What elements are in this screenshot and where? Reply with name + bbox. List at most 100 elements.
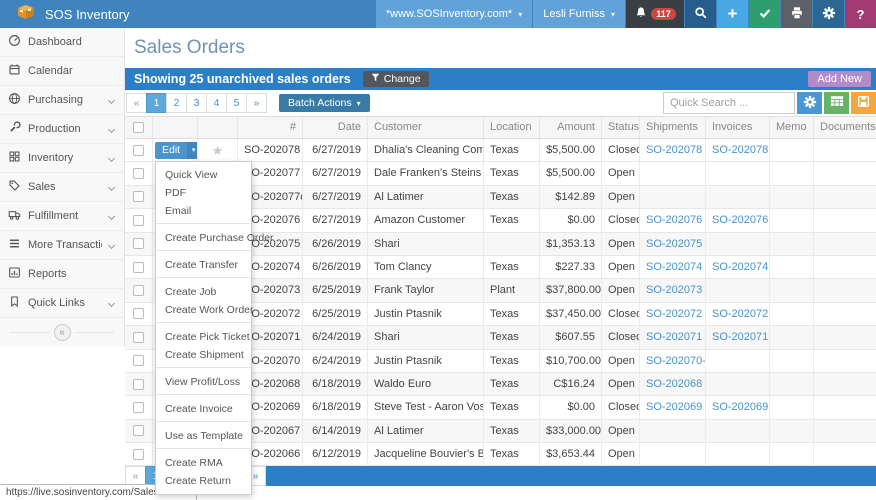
- row-checkbox[interactable]: [133, 285, 144, 296]
- invoice-link[interactable]: SO-202071: [712, 331, 768, 343]
- menu-item[interactable]: Create Pick Ticket: [156, 328, 251, 346]
- row-checkbox[interactable]: [133, 168, 144, 179]
- sidebar-item-dashboard[interactable]: Dashboard: [0, 28, 124, 57]
- notifications-button[interactable]: 117: [626, 0, 684, 28]
- table-view-button[interactable]: [824, 92, 849, 114]
- menu-item[interactable]: Create RMA: [156, 454, 251, 472]
- star-icon[interactable]: ★: [212, 143, 224, 158]
- page-button[interactable]: 4: [206, 93, 227, 113]
- invoice-link[interactable]: SO-202074: [712, 261, 768, 273]
- table-grid-icon: [830, 95, 844, 111]
- shipment-link[interactable]: SO-202078: [646, 144, 702, 156]
- sidebar-item-fulfillment[interactable]: Fulfillment: [0, 202, 124, 231]
- change-filter-button[interactable]: Change: [363, 71, 429, 87]
- sidebar-item-inventory[interactable]: Inventory: [0, 144, 124, 173]
- edit-button[interactable]: Edit: [155, 142, 187, 159]
- row-checkbox[interactable]: [133, 449, 144, 460]
- page-button[interactable]: 1: [146, 93, 167, 113]
- sidebar-item-purchasing[interactable]: Purchasing: [0, 86, 124, 115]
- column-settings-button[interactable]: [797, 92, 822, 114]
- sidebar-item-more-transactions[interactable]: More Transactions: [0, 231, 124, 260]
- add-new-button[interactable]: Add New: [808, 71, 871, 87]
- menu-item[interactable]: PDF: [156, 184, 251, 202]
- row-checkbox[interactable]: [133, 191, 144, 202]
- memo: [770, 443, 814, 465]
- page-button[interactable]: 3: [186, 93, 207, 113]
- customer-name: Jacqueline Bouvier's Boutique: [368, 443, 484, 465]
- status: Closed: [602, 209, 640, 231]
- location: Texas: [484, 326, 540, 348]
- add-new-quick-button[interactable]: +: [717, 0, 748, 28]
- sidebar-item-label: Fulfillment: [28, 210, 102, 222]
- menu-item[interactable]: Email: [156, 202, 251, 224]
- print-button[interactable]: [781, 0, 812, 28]
- row-checkbox[interactable]: [133, 215, 144, 226]
- location: Texas: [484, 350, 540, 372]
- search-button[interactable]: [685, 0, 716, 28]
- sidebar-item-production[interactable]: Production: [0, 115, 124, 144]
- invoice-link[interactable]: SO-202069: [712, 401, 768, 413]
- shipment-link[interactable]: SO-202072: [646, 308, 702, 320]
- order-date: 6/25/2019: [303, 303, 368, 325]
- sidebar-item-calendar[interactable]: Calendar: [0, 57, 124, 86]
- menu-item[interactable]: Create Return: [156, 472, 251, 490]
- user-dropdown[interactable]: Lesli Furniss ▾: [533, 0, 625, 28]
- calendar-icon: [8, 63, 21, 79]
- menu-item[interactable]: Create Work Order: [156, 301, 251, 323]
- menu-item[interactable]: Use as Template: [156, 427, 251, 449]
- company-dropdown[interactable]: *www.SOSInventory.com* ▾: [376, 0, 532, 28]
- edit-dropdown-caret[interactable]: ▾: [187, 142, 198, 159]
- menu-item[interactable]: View Profit/Loss: [156, 373, 251, 395]
- shipment-link[interactable]: SO-202075: [646, 238, 702, 250]
- row-checkbox[interactable]: [133, 332, 144, 343]
- row-checkbox[interactable]: [133, 379, 144, 390]
- page-button[interactable]: 2: [166, 93, 187, 113]
- page-button[interactable]: «: [126, 93, 147, 113]
- tasks-button[interactable]: [749, 0, 780, 28]
- row-checkbox[interactable]: [133, 308, 144, 319]
- sidebar-item-quick-links[interactable]: Quick Links: [0, 289, 124, 318]
- sidebar-item-sales[interactable]: Sales: [0, 173, 124, 202]
- menu-item[interactable]: Create Transfer: [156, 256, 251, 278]
- menu-item[interactable]: Create Invoice: [156, 400, 251, 422]
- brand[interactable]: SOS Inventory: [0, 3, 130, 25]
- row-checkbox[interactable]: [133, 262, 144, 273]
- documents: [814, 303, 876, 325]
- row-checkbox[interactable]: [133, 355, 144, 366]
- shipment-link[interactable]: SO-202073: [646, 284, 702, 296]
- menu-item[interactable]: Quick View: [156, 166, 251, 184]
- quick-search-input[interactable]: [663, 92, 795, 114]
- menu-item[interactable]: Create Purchase Order: [156, 229, 251, 251]
- select-all-checkbox[interactable]: [133, 122, 144, 133]
- invoice-link[interactable]: SO-202072: [712, 308, 768, 320]
- invoice-link[interactable]: SO-202078: [712, 144, 768, 156]
- shipment-link[interactable]: SO-202070-1: [646, 355, 706, 367]
- filter-summary: Showing 25 unarchived sales orders: [134, 72, 351, 86]
- batch-actions-button[interactable]: Batch Actions ▾: [279, 94, 370, 112]
- amount: $37,800.00: [540, 279, 602, 301]
- settings-button[interactable]: [813, 0, 844, 28]
- order-date: 6/24/2019: [303, 326, 368, 348]
- menu-item[interactable]: Create Shipment: [156, 346, 251, 368]
- status: Closed: [602, 326, 640, 348]
- sidebar-item-reports[interactable]: Reports: [0, 260, 124, 289]
- amount: $1,353.13: [540, 233, 602, 255]
- shipment-link[interactable]: SO-202069: [646, 401, 702, 413]
- help-button[interactable]: ?: [845, 0, 876, 28]
- page-button[interactable]: »: [246, 93, 267, 113]
- menu-item[interactable]: Create Job: [156, 283, 251, 301]
- documents: [814, 186, 876, 208]
- row-checkbox[interactable]: [133, 238, 144, 249]
- shipment-link[interactable]: SO-202074: [646, 261, 702, 273]
- shipment-link[interactable]: SO-202068: [646, 378, 702, 390]
- table-row: Edit ▾ ★ SO-202078 6/27/2019 Dhalia's Cl…: [125, 139, 876, 162]
- export-save-button[interactable]: [851, 92, 876, 114]
- row-checkbox[interactable]: [133, 145, 144, 156]
- row-checkbox[interactable]: [133, 402, 144, 413]
- page-button[interactable]: 5: [226, 93, 247, 113]
- invoice-link[interactable]: SO-202076: [712, 214, 768, 226]
- sidebar-collapse-button[interactable]: «: [54, 324, 71, 341]
- shipment-link[interactable]: SO-202076: [646, 214, 702, 226]
- shipment-link[interactable]: SO-202071: [646, 331, 702, 343]
- row-checkbox[interactable]: [133, 425, 144, 436]
